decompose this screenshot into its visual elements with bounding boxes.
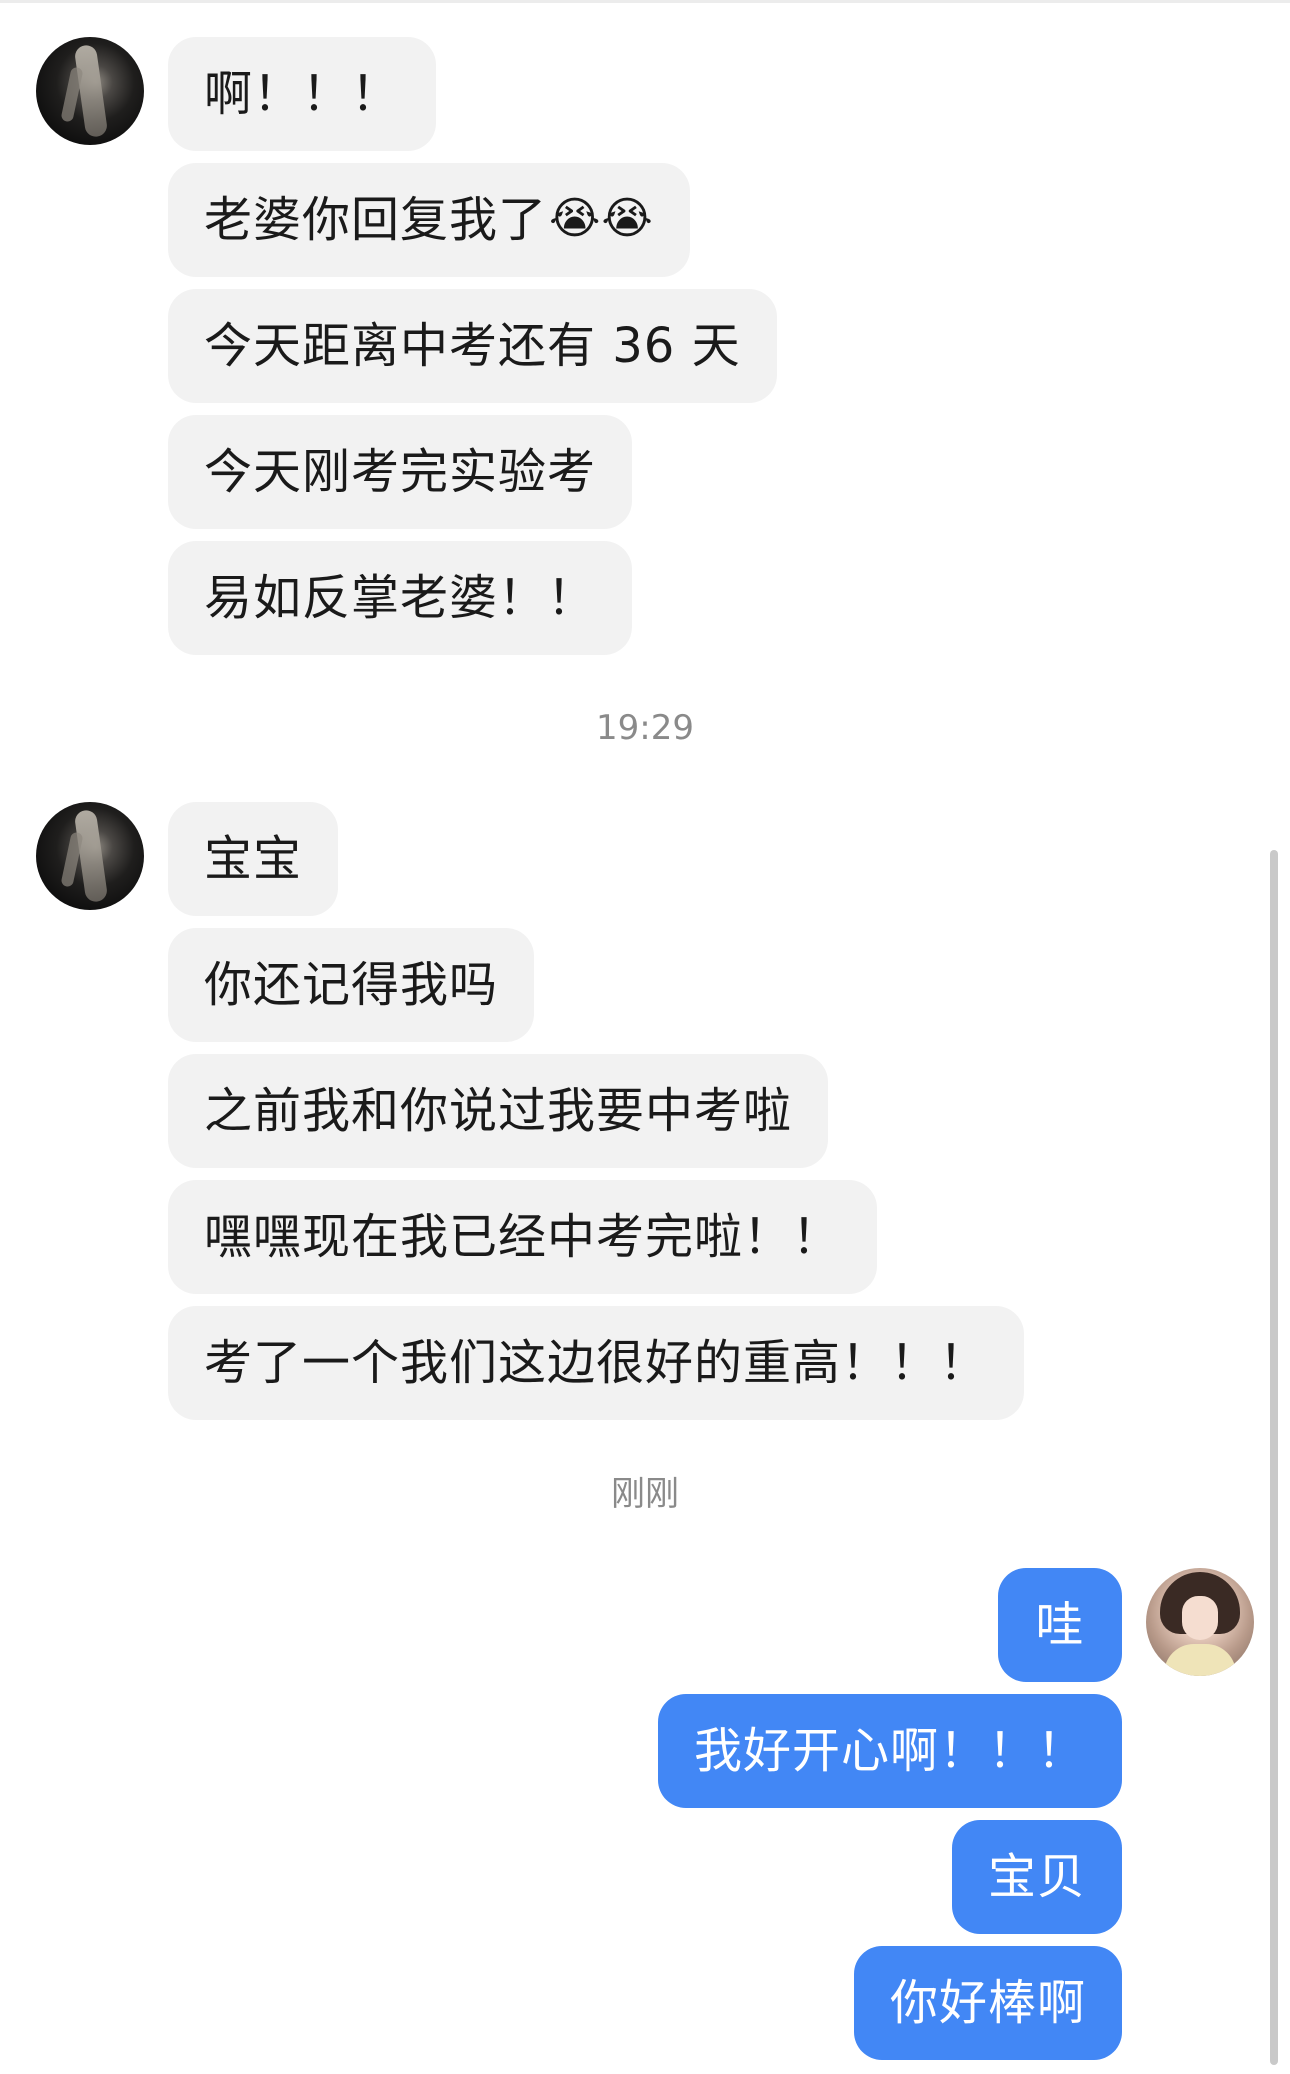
incoming-message[interactable]: 啊！！！ [168, 37, 437, 151]
message-text: 你好棒啊 [889, 1975, 1086, 2031]
top-divider [0, 0, 1290, 3]
avatar-figure [73, 43, 109, 139]
avatar-face [1182, 1596, 1218, 1640]
incoming-message[interactable]: 今天距离中考还有 36 天 [168, 289, 777, 403]
incoming-message[interactable]: 你还记得我吗 [168, 928, 535, 1042]
user-avatar[interactable] [1146, 1568, 1254, 1676]
message-text: 宝宝 [204, 831, 303, 887]
incoming-message[interactable]: 宝宝 [168, 802, 339, 916]
incoming-message[interactable]: 嘿嘿现在我已经中考完啦！！ [168, 1180, 878, 1294]
message-text: 之前我和你说过我要中考啦 [204, 1083, 793, 1139]
message-timestamp: 刚刚 [611, 1474, 679, 1514]
incoming-message[interactable]: 易如反掌老婆！！ [168, 541, 633, 655]
message-text: 我好开心啊！！！ [693, 1723, 1086, 1779]
incoming-message[interactable]: 考了一个我们这边很好的重高！！！ [168, 1306, 1025, 1420]
message-text: 宝贝 [987, 1849, 1086, 1905]
message-text: 哇 [1035, 1597, 1085, 1653]
incoming-message[interactable]: 之前我和你说过我要中考啦 [168, 1054, 829, 1168]
scrollbar[interactable] [1270, 850, 1278, 2065]
outgoing-message[interactable]: 你好棒啊 [853, 1946, 1122, 2060]
message-text: 你还记得我吗 [204, 957, 499, 1013]
contact-avatar[interactable] [36, 802, 144, 910]
outgoing-message[interactable]: 我好开心啊！！！ [657, 1694, 1122, 1808]
message-text: 嘿嘿现在我已经中考完啦！！ [204, 1209, 842, 1265]
message-text: 啊！！！ [204, 66, 401, 122]
message-timestamp: 19:29 [596, 708, 694, 748]
message-text: 老婆你回复我了 [204, 192, 548, 248]
contact-avatar[interactable] [36, 37, 144, 145]
avatar-figure [73, 808, 109, 904]
outgoing-message[interactable]: 哇 [998, 1568, 1122, 1682]
incoming-message[interactable]: 老婆你回复我了😭😭 [168, 163, 690, 277]
message-text: 易如反掌老婆！！ [204, 570, 597, 626]
crying-face-icon: 😭😭 [549, 193, 654, 244]
avatar-clothing [1164, 1644, 1236, 1676]
incoming-message[interactable]: 今天刚考完实验考 [168, 415, 633, 529]
outgoing-message[interactable]: 宝贝 [951, 1820, 1122, 1934]
message-text: 今天刚考完实验考 [204, 444, 597, 500]
message-text: 考了一个我们这边很好的重高！！！ [204, 1335, 989, 1391]
message-text: 今天距离中考还有 36 天 [204, 318, 741, 374]
